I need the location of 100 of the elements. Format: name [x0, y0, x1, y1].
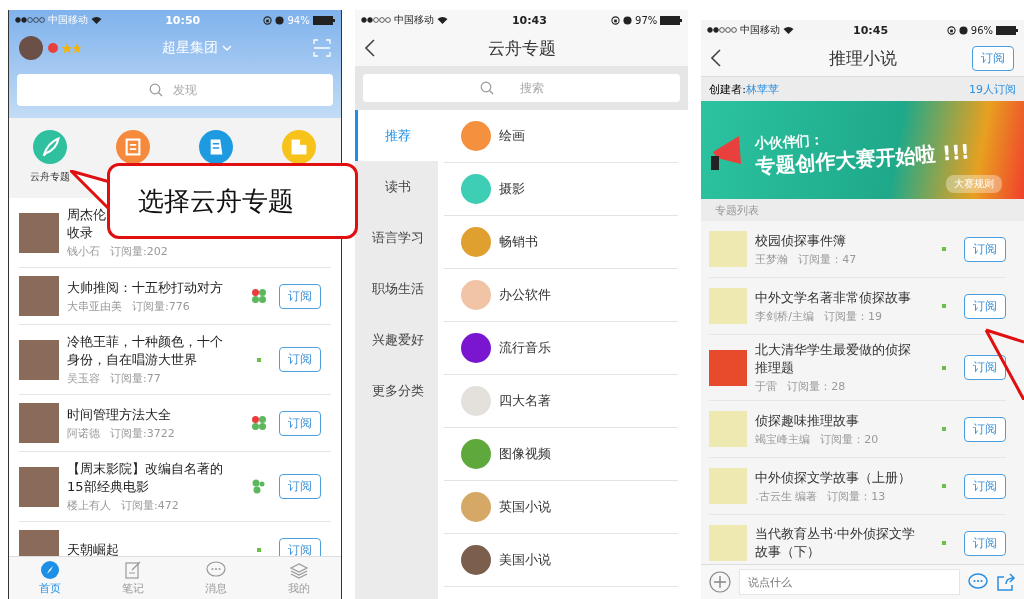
- scan-icon[interactable]: [312, 39, 331, 57]
- signal-icon: [360, 17, 391, 23]
- page-title: 推理小说: [828, 47, 897, 68]
- subscriber-count: 订阅量:77: [110, 371, 161, 386]
- topic-author: 吴玉容: [67, 371, 100, 386]
- category-tab[interactable]: 更多分类: [354, 365, 438, 416]
- comment-field[interactable]: 说点什么: [739, 569, 960, 595]
- subscribe-button[interactable]: 订阅: [278, 537, 321, 556]
- shortcut-icon[interactable]: [199, 130, 234, 164]
- back-icon[interactable]: [711, 49, 722, 67]
- book-cover: [709, 231, 748, 267]
- chat-icon[interactable]: [968, 573, 988, 591]
- category-icon[interactable]: [460, 333, 491, 363]
- subscribe-button[interactable]: 订阅: [964, 355, 1006, 380]
- add-icon[interactable]: [709, 571, 732, 593]
- subscriber-count: 订阅量:472: [121, 498, 179, 513]
- category-tab[interactable]: 职场生活: [354, 263, 438, 314]
- photo-placeholder: [19, 212, 59, 253]
- category-tab[interactable]: 兴趣爱好: [354, 314, 438, 365]
- topic-title[interactable]: 周杰伦 收录: [67, 206, 106, 242]
- topic-title[interactable]: 【周末影院】改编自名著的 15部经典电影: [67, 460, 223, 496]
- rotation-lock-icon: [611, 15, 621, 25]
- badges-icon: [47, 42, 81, 54]
- back-icon[interactable]: [364, 39, 375, 57]
- book-title[interactable]: 中外侦探文学故事（上册）: [755, 468, 924, 487]
- battery-percent: 96%: [970, 24, 993, 36]
- subscribe-button[interactable]: 订阅: [972, 45, 1014, 71]
- battery-icon: [996, 25, 1018, 35]
- subscribe-button[interactable]: 订阅: [964, 530, 1006, 556]
- category-label[interactable]: 流行音乐: [498, 339, 551, 357]
- book-title[interactable]: 中外文学名著非常侦探故事: [755, 288, 924, 307]
- category-icon[interactable]: [460, 545, 491, 575]
- category-tab[interactable]: 推荐: [354, 110, 438, 161]
- chevron-down-icon[interactable]: [221, 45, 232, 51]
- search-field[interactable]: 搜索: [362, 74, 681, 102]
- category-label[interactable]: 图像视频: [498, 445, 551, 463]
- subscribe-button[interactable]: 订阅: [964, 473, 1006, 499]
- subscribe-button[interactable]: 订阅: [278, 347, 321, 372]
- subscribe-button[interactable]: 订阅: [278, 283, 321, 309]
- share-icon[interactable]: [996, 573, 1016, 591]
- signal-icon: [15, 17, 45, 23]
- category-label[interactable]: 绘画: [498, 127, 525, 145]
- category-label[interactable]: 畅销书: [498, 233, 538, 251]
- tab-icon: [206, 560, 227, 580]
- topic-author: 大串亚由美: [67, 298, 122, 314]
- book-title[interactable]: 校园侦探事件簿: [755, 231, 924, 250]
- book-title[interactable]: 当代教育丛书·中外侦探文学 故事（下）: [755, 525, 924, 561]
- subscribe-button[interactable]: 订阅: [278, 410, 321, 436]
- battery-icon: [312, 15, 335, 25]
- subscriber-count: 订阅量:776: [132, 298, 190, 314]
- topic-author: 楼上有人: [67, 498, 111, 513]
- subscribe-button[interactable]: 订阅: [964, 293, 1006, 319]
- subscribe-button[interactable]: 订阅: [964, 236, 1006, 262]
- callout-tail: [984, 328, 1024, 400]
- shortcut-icon[interactable]: [33, 130, 68, 164]
- subscribe-button[interactable]: 订阅: [964, 416, 1006, 442]
- tab-icon: [40, 560, 61, 580]
- shortcut-icon[interactable]: [116, 130, 151, 164]
- topic-author: 阿诺德: [67, 425, 100, 441]
- category-label[interactable]: 四大名著: [498, 392, 551, 410]
- status-time: 10:50: [165, 13, 201, 27]
- topic-title[interactable]: 大帅推阅：十五秒打动对方: [67, 278, 223, 297]
- signal-icon: [707, 27, 738, 33]
- category-label[interactable]: 摄影: [498, 180, 525, 198]
- topic-title[interactable]: 冷艳王菲，十种颜色，十个 身份，自在唱游大世界: [67, 333, 223, 369]
- alarm-icon: [275, 15, 285, 25]
- book-author: 于雷: [755, 379, 778, 394]
- wifi-icon: [91, 16, 102, 24]
- photo-placeholder: [19, 403, 59, 443]
- status-time: 10:43: [511, 13, 547, 27]
- book-cover: [709, 288, 748, 324]
- book-title[interactable]: 北大清华学生最爱做的侦探 推理题: [755, 341, 924, 377]
- book-title[interactable]: 侦探趣味推理故事: [755, 411, 924, 430]
- book-author: 李剑桥/主编: [755, 308, 815, 324]
- shortcut-icon[interactable]: [282, 130, 317, 164]
- topic-author: 钱小石: [67, 244, 100, 259]
- subscriber-count: 19人订阅: [969, 81, 1016, 97]
- category-label[interactable]: 美国小说: [498, 551, 551, 569]
- rotation-lock-icon: [263, 15, 273, 25]
- avatar[interactable]: [19, 36, 43, 60]
- shortcut-label[interactable]: 云舟专题: [30, 170, 71, 184]
- book-author: 竭宝峰主编: [755, 431, 811, 447]
- wifi-icon: [436, 16, 448, 24]
- search-field[interactable]: 发现: [17, 74, 333, 106]
- book-cover: [709, 411, 748, 447]
- topic-title[interactable]: 时间管理方法大全: [67, 405, 171, 424]
- creator-label: 创建者:: [709, 81, 747, 97]
- banner-text: 小伙伴们：: [754, 129, 826, 152]
- leaf-icon: [251, 478, 266, 495]
- subscriber-count: 订阅量：47: [798, 251, 857, 267]
- section-title: 专题列表: [715, 202, 760, 218]
- subscribe-button[interactable]: 订阅: [278, 474, 321, 499]
- subscriber-count: 订阅量：28: [787, 379, 846, 394]
- category-label[interactable]: 办公软件: [498, 286, 551, 304]
- subscriber-count: 订阅量：13: [827, 488, 886, 504]
- clover-icon: [250, 288, 267, 304]
- category-label[interactable]: 英国小说: [498, 498, 551, 516]
- carrier-name: 中国移动: [48, 13, 88, 27]
- topic-title[interactable]: 天朝崛起: [67, 541, 119, 556]
- search-icon: [479, 81, 494, 95]
